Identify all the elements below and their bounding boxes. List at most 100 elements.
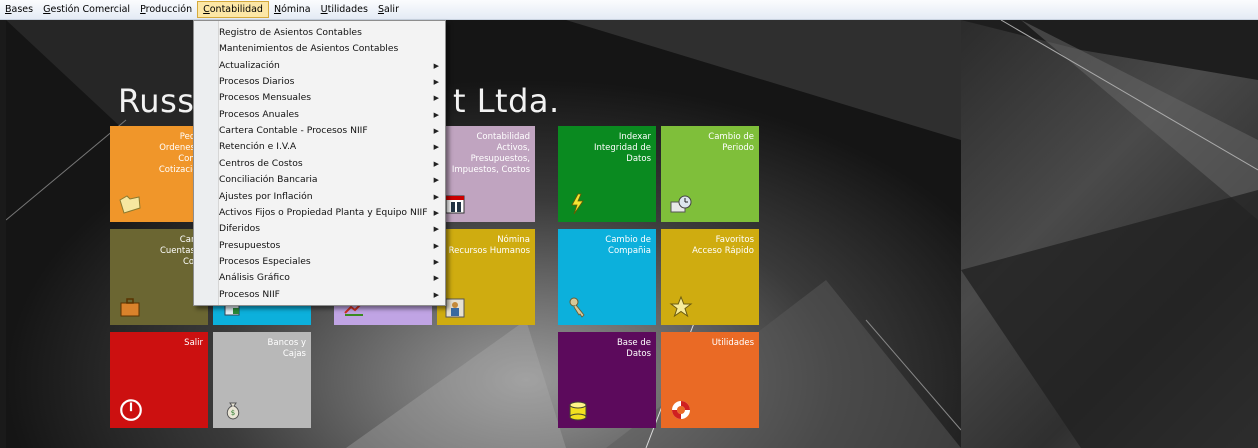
menu-item-label: Procesos Especiales: [219, 255, 311, 267]
menu-item[interactable]: Activos Fijos o Propiedad Planta y Equip…: [219, 205, 445, 221]
menu-item[interactable]: Cartera Contable - Procesos NIIF ▶: [219, 123, 445, 139]
company-title-right: t Ltda.: [453, 82, 560, 120]
menu-item-label: Activos Fijos o Propiedad Planta y Equip…: [219, 206, 428, 218]
submenu-arrow-icon: ▶: [433, 290, 439, 299]
tile-salir[interactable]: Salir: [110, 332, 208, 428]
menu-item[interactable]: Centros de Costos ▶: [219, 156, 445, 172]
tile-salir-label: Salir: [184, 338, 203, 348]
submenu-arrow-icon: ▶: [433, 143, 439, 152]
tile-base-datos[interactable]: Base de Datos: [558, 332, 656, 428]
menu-item-label: Ajustes por Inflación: [219, 190, 313, 202]
tile-nomina-label: Nómina Recursos Humanos: [448, 235, 530, 256]
money-bag-icon: $: [226, 402, 240, 420]
menu-utilidades-label: tilidades: [327, 4, 368, 15]
menu-item[interactable]: Procesos Especiales ▶: [219, 254, 445, 270]
briefcase-icon: [120, 298, 140, 317]
menu-item-label: Centros de Costos: [219, 157, 303, 169]
lightning-icon: [571, 193, 584, 215]
menu-item-label: Retención e I.V.A: [219, 141, 297, 153]
menu-item[interactable]: Análisis Gráfico ▶: [219, 270, 445, 286]
tile-utilidades[interactable]: Utilidades: [661, 332, 759, 428]
tile-nomina[interactable]: Nómina Recursos Humanos: [437, 229, 535, 325]
tile-pedidos-label: Pedid Ordenes d Comp Cotizacion: [158, 132, 203, 175]
menu-bases-label: ases: [11, 4, 34, 15]
menu-gestion-label: estión Comercial: [50, 4, 131, 15]
tile-cambio-periodo-label: Cambio de Periodo: [708, 132, 754, 153]
ledger-icon: [445, 195, 465, 214]
menu-item-label: Procesos Diarios: [219, 76, 295, 88]
employee-icon: [445, 298, 465, 318]
menu-salir[interactable]: Salir: [373, 1, 404, 18]
tile-base-datos-label: Base de Datos: [616, 338, 651, 359]
right-background-panel: [961, 20, 1258, 448]
tile-cambio-periodo[interactable]: Cambio de Periodo: [661, 126, 759, 222]
submenu-arrow-icon: ▶: [433, 208, 439, 217]
menu-item-label: Procesos Anuales: [219, 108, 299, 120]
menu-salir-label: alir: [383, 4, 399, 15]
menu-item[interactable]: Procesos Anuales ▶: [219, 107, 445, 123]
menu-item-label: Actualización: [219, 59, 280, 71]
tile-contabilidad-label: Contabilidad Activos, Presupuestos, Impu…: [451, 132, 530, 175]
menu-item-label: Presupuestos: [219, 239, 281, 251]
menu-item[interactable]: Diferidos ▶: [219, 221, 445, 237]
star-icon: [669, 295, 693, 318]
menu-produccion[interactable]: Producción: [135, 1, 197, 18]
menu-contabilidad[interactable]: Contabilidad: [197, 1, 269, 18]
tile-cartera-label: Carte Cuentas p Cobr: [159, 235, 203, 267]
menu-item[interactable]: Actualización ▶: [219, 58, 445, 74]
submenu-arrow-icon: ▶: [433, 274, 439, 283]
menu-item[interactable]: Conciliación Bancaria ▶: [219, 172, 445, 188]
tile-indexar-label: Indexar Integridad de Datos: [593, 132, 651, 164]
menu-produccion-label: roducción: [145, 4, 193, 15]
menu-utilidades[interactable]: Utilidades: [316, 1, 373, 18]
menu-item[interactable]: Ajustes por Inflación ▶: [219, 189, 445, 205]
menu-item[interactable]: Registro de Asientos Contables: [219, 25, 445, 41]
menu-item[interactable]: Retención e I.V.A ▶: [219, 139, 445, 155]
submenu-arrow-icon: ▶: [433, 159, 439, 168]
menu-item-label: Registro de Asientos Contables: [219, 27, 362, 38]
power-icon: [120, 399, 142, 421]
tile-indexar[interactable]: Indexar Integridad de Datos: [558, 126, 656, 222]
menu-utilidades-key: U: [320, 4, 328, 15]
submenu-arrow-icon: ▶: [433, 127, 439, 136]
tile-bancos[interactable]: Bancos y Cajas $: [213, 332, 311, 428]
menu-item-label: Análisis Gráfico: [219, 272, 290, 284]
menu-item[interactable]: Procesos Diarios ▶: [219, 74, 445, 90]
tile-cambio-compania-label: Cambio de Compañia: [605, 235, 651, 256]
menu-gestion-comercial[interactable]: Gestión Comercial: [38, 1, 135, 18]
menu-item[interactable]: Procesos NIIF ▶: [219, 287, 445, 303]
menu-item-label: Mantenimientos de Asientos Contables: [219, 43, 399, 55]
submenu-arrow-icon: ▶: [433, 61, 439, 70]
menu-item[interactable]: Presupuestos ▶: [219, 238, 445, 254]
keys-icon: [569, 297, 585, 318]
menu-nomina-label: ómina: [281, 4, 311, 15]
tile-favoritos-label: Favoritos Acceso Rápido: [692, 235, 754, 256]
menu-nomina-key: N: [273, 4, 282, 15]
submenu-arrow-icon: ▶: [433, 78, 439, 87]
tile-cambio-compania[interactable]: Cambio de Compañia: [558, 229, 656, 325]
submenu-arrow-icon: ▶: [433, 241, 439, 250]
submenu-arrow-icon: ▶: [433, 257, 439, 266]
menu-contabilidad-key: C: [203, 4, 210, 15]
submenu-arrow-icon: ▶: [433, 94, 439, 103]
tile-bancos-label: Bancos y Cajas: [267, 338, 306, 359]
contabilidad-dropdown: Registro de Asientos Contables Mantenimie…: [193, 20, 446, 306]
lifebuoy-icon: [672, 401, 690, 419]
dropdown-gutter: [194, 21, 219, 305]
submenu-arrow-icon: ▶: [433, 225, 439, 234]
menu-item-label: Conciliación Bancaria: [219, 174, 318, 186]
menu-item-label: Procesos Mensuales: [219, 92, 312, 104]
svg-text:$: $: [231, 409, 235, 417]
menu-item-label: Cartera Contable - Procesos NIIF: [219, 125, 368, 137]
menu-item-label: Procesos NIIF: [219, 288, 280, 300]
tile-contabilidad[interactable]: Contabilidad Activos, Presupuestos, Impu…: [437, 126, 535, 222]
submenu-arrow-icon: ▶: [433, 110, 439, 119]
menu-item[interactable]: Mantenimientos de Asientos Contables: [219, 41, 445, 57]
menu-nomina[interactable]: Nómina: [269, 1, 316, 18]
database-icon: [569, 401, 587, 421]
right-panel-decoration: [961, 20, 1258, 448]
tile-favoritos[interactable]: Favoritos Acceso Rápido: [661, 229, 759, 325]
menu-item[interactable]: Procesos Mensuales ▶: [219, 90, 445, 106]
menu-item-label: Diferidos: [219, 223, 261, 235]
menu-bases[interactable]: Bases: [0, 1, 38, 18]
